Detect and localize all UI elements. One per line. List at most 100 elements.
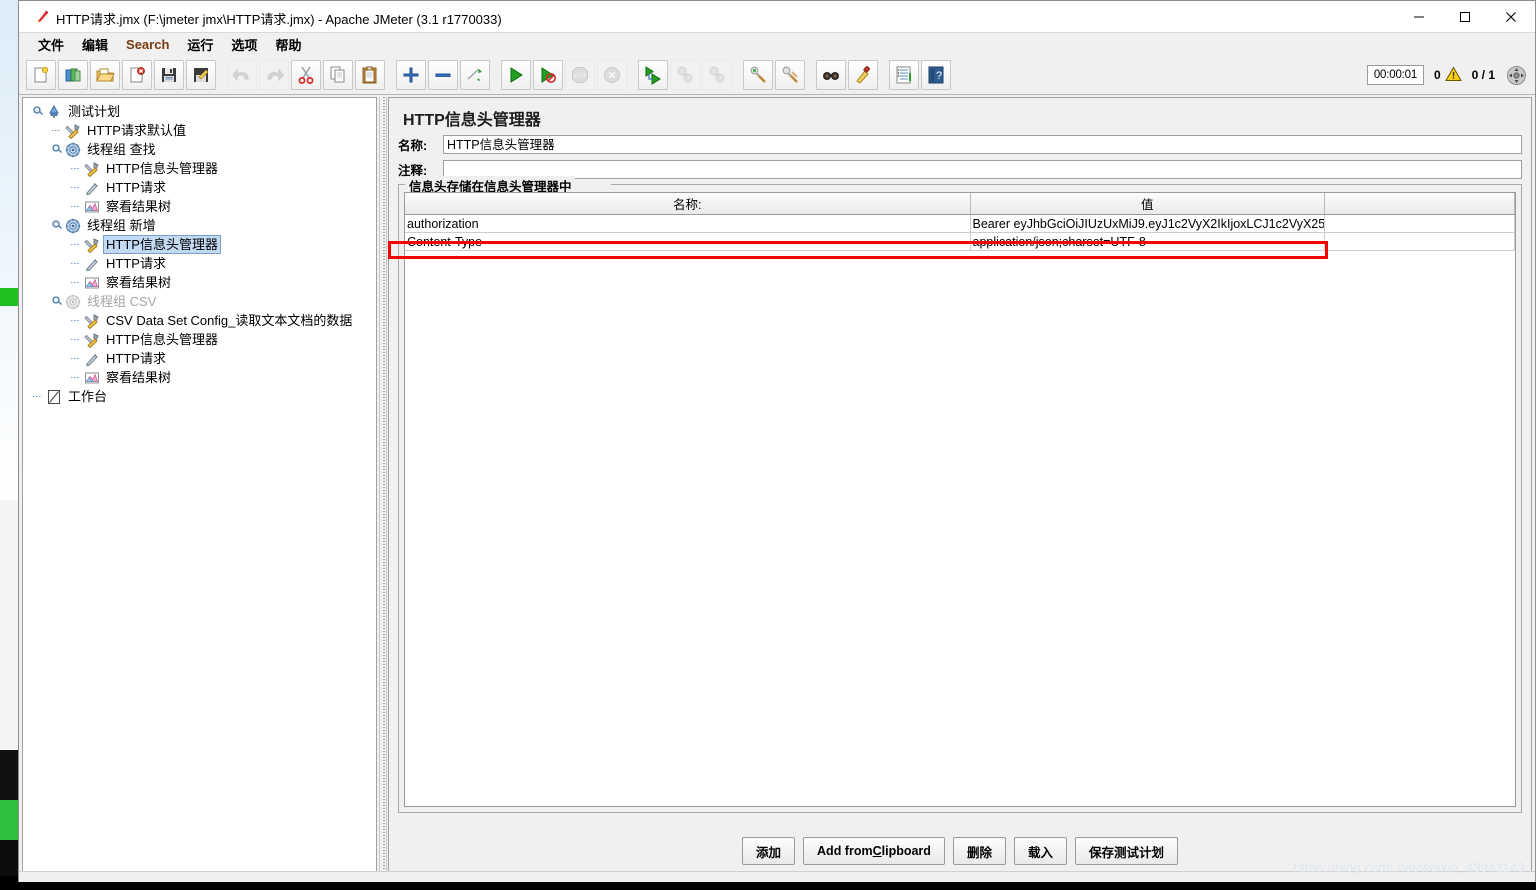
menu-edit[interactable]: 编辑	[73, 33, 117, 56]
background-window-2	[0, 288, 19, 306]
tree-node-label: 察看结果树	[106, 370, 172, 385]
close-test-plan-icon[interactable]	[122, 60, 152, 90]
toolbar-status-cluster: 00:00:01 0 0 / 1	[1366, 56, 1527, 94]
test-plan-icon	[45, 103, 62, 120]
add-from-clipboard-button[interactable]: Add from Clipboard	[803, 837, 945, 865]
toolbar-group-search	[815, 60, 879, 90]
comment-input[interactable]	[443, 160, 1522, 179]
tree-expand-handle-icon[interactable]	[52, 220, 63, 231]
add-button[interactable]: 添加	[742, 837, 796, 865]
tree-node[interactable]: 线程组 查找	[27, 140, 376, 159]
cut-icon[interactable]	[291, 60, 321, 90]
toolbar-group-run: STOP	[500, 60, 628, 90]
tree-node[interactable]: HTTP请求默认值	[27, 121, 376, 140]
tree-node[interactable]: 线程组 CSV	[27, 292, 376, 311]
remote-stop-all-icon[interactable]	[670, 60, 700, 90]
cell-header-value[interactable]: application/json;charset=UTF-8	[970, 232, 1325, 251]
remote-start-all-icon[interactable]	[638, 60, 668, 90]
name-input[interactable]: HTTP信息头管理器	[443, 135, 1522, 154]
cell-filler	[1324, 214, 1515, 233]
tree-leaf-spacer	[52, 125, 63, 136]
menu-run[interactable]: 运行	[178, 33, 222, 56]
tree-node[interactable]: 工作台	[27, 387, 376, 406]
clear-all-icon[interactable]	[775, 60, 805, 90]
tree-node[interactable]: HTTP信息头管理器	[27, 159, 376, 178]
main-split-pane: 测试计划 HTTP请求默认值 线程组 查找 HTTP信息头管理器 HTTP请求 察看结果树…	[19, 95, 1535, 882]
close-button[interactable]	[1488, 1, 1534, 32]
menu-file[interactable]: 文件	[29, 33, 73, 56]
headers-table[interactable]: 名称: 值 authorization Bearer eyJhbGciOiJIUz…	[404, 192, 1516, 807]
split-divider[interactable]	[379, 97, 387, 878]
search-reset-icon[interactable]	[848, 60, 878, 90]
tree-node[interactable]: 线程组 新增	[27, 216, 376, 235]
tree-node[interactable]: 察看结果树	[27, 273, 376, 292]
stop-icon[interactable]: STOP	[565, 60, 595, 90]
start-icon[interactable]	[501, 60, 531, 90]
column-header-filler	[1324, 193, 1515, 215]
shutdown-icon[interactable]	[597, 60, 627, 90]
save-icon[interactable]	[154, 60, 184, 90]
tree-node[interactable]: 察看结果树	[27, 197, 376, 216]
column-header-value[interactable]: 值	[970, 193, 1325, 215]
paste-icon[interactable]	[355, 60, 385, 90]
toolbar-group-remote	[637, 60, 733, 90]
save-test-plan-button[interactable]: 保存测试计划	[1074, 837, 1178, 865]
tree-node[interactable]: HTTP信息头管理器	[27, 330, 376, 349]
http-sampler-icon	[83, 350, 100, 367]
maximize-button[interactable]	[1442, 1, 1488, 32]
templates-icon[interactable]	[58, 60, 88, 90]
tree-node[interactable]: HTTP信息头管理器	[27, 235, 376, 254]
menu-search[interactable]: Search	[117, 35, 178, 54]
tree-node[interactable]: 测试计划	[27, 102, 376, 121]
menu-options[interactable]: 选项	[222, 33, 266, 56]
warning-indicator[interactable]: 0	[1434, 65, 1462, 85]
clear-icon[interactable]	[743, 60, 773, 90]
divider-grip	[383, 97, 385, 878]
copy-icon[interactable]	[323, 60, 353, 90]
table-row[interactable]: authorization Bearer eyJhbGciOiJIUzUxMiJ9…	[405, 214, 1515, 233]
redo-icon[interactable]	[259, 60, 289, 90]
help-icon[interactable]: ?	[921, 60, 951, 90]
http-sampler-icon	[83, 179, 100, 196]
start-no-pauses-icon[interactable]	[533, 60, 563, 90]
tree-node[interactable]: HTTP请求	[27, 254, 376, 273]
undo-icon[interactable]	[227, 60, 257, 90]
column-header-name[interactable]: 名称:	[405, 193, 971, 215]
tree-expand-handle-icon[interactable]	[33, 106, 44, 117]
view-results-tree-icon	[83, 369, 100, 386]
tree-expand-handle-icon[interactable]	[52, 296, 63, 307]
config-element-icon	[83, 160, 100, 177]
tree-leaf-spacer	[71, 277, 82, 288]
test-plan-tree[interactable]: 测试计划 HTTP请求默认值 线程组 查找 HTTP信息头管理器 HTTP请求 察看结果树…	[22, 97, 377, 878]
open-icon[interactable]	[90, 60, 120, 90]
minimize-button[interactable]	[1396, 1, 1442, 32]
reset-gc-icon[interactable]	[1505, 64, 1527, 86]
table-row[interactable]: Content-Type application/json;charset=UTF…	[405, 232, 1515, 251]
config-element-icon	[83, 312, 100, 329]
tree-node[interactable]: HTTP请求	[27, 178, 376, 197]
tree-node-label: 线程组 查找	[87, 142, 156, 157]
expand-add-icon[interactable]	[396, 60, 426, 90]
tree-node-label: 线程组 新增	[87, 218, 156, 233]
tree-node-label: HTTP信息头管理器	[106, 161, 218, 176]
function-helper-icon[interactable]	[889, 60, 919, 90]
tree-expand-handle-icon[interactable]	[52, 144, 63, 155]
cell-header-value[interactable]: Bearer eyJhbGciOiJIUzUxMiJ9.eyJ1c2VyX2Ik…	[970, 214, 1325, 233]
tree-node[interactable]: HTTP请求	[27, 349, 376, 368]
collapse-remove-icon[interactable]	[428, 60, 458, 90]
config-element-icon	[64, 122, 81, 139]
save-as-icon[interactable]	[186, 60, 216, 90]
load-button[interactable]: 载入	[1013, 837, 1067, 865]
tree-node[interactable]: CSV Data Set Config_读取文本文档的数据	[27, 311, 376, 330]
search-icon[interactable]	[816, 60, 846, 90]
tree-node-label: HTTP信息头管理器	[106, 332, 218, 347]
toggle-icon[interactable]	[460, 60, 490, 90]
cell-header-name[interactable]: authorization	[405, 214, 971, 233]
cell-header-name[interactable]: Content-Type	[405, 232, 971, 251]
tree-node[interactable]: 察看结果树	[27, 368, 376, 387]
delete-button[interactable]: 删除	[952, 837, 1006, 865]
menu-help[interactable]: 帮助	[266, 33, 310, 56]
remote-shutdown-all-icon[interactable]	[702, 60, 732, 90]
new-test-plan-icon[interactable]	[26, 60, 56, 90]
toolbar-group-clear	[742, 60, 806, 90]
